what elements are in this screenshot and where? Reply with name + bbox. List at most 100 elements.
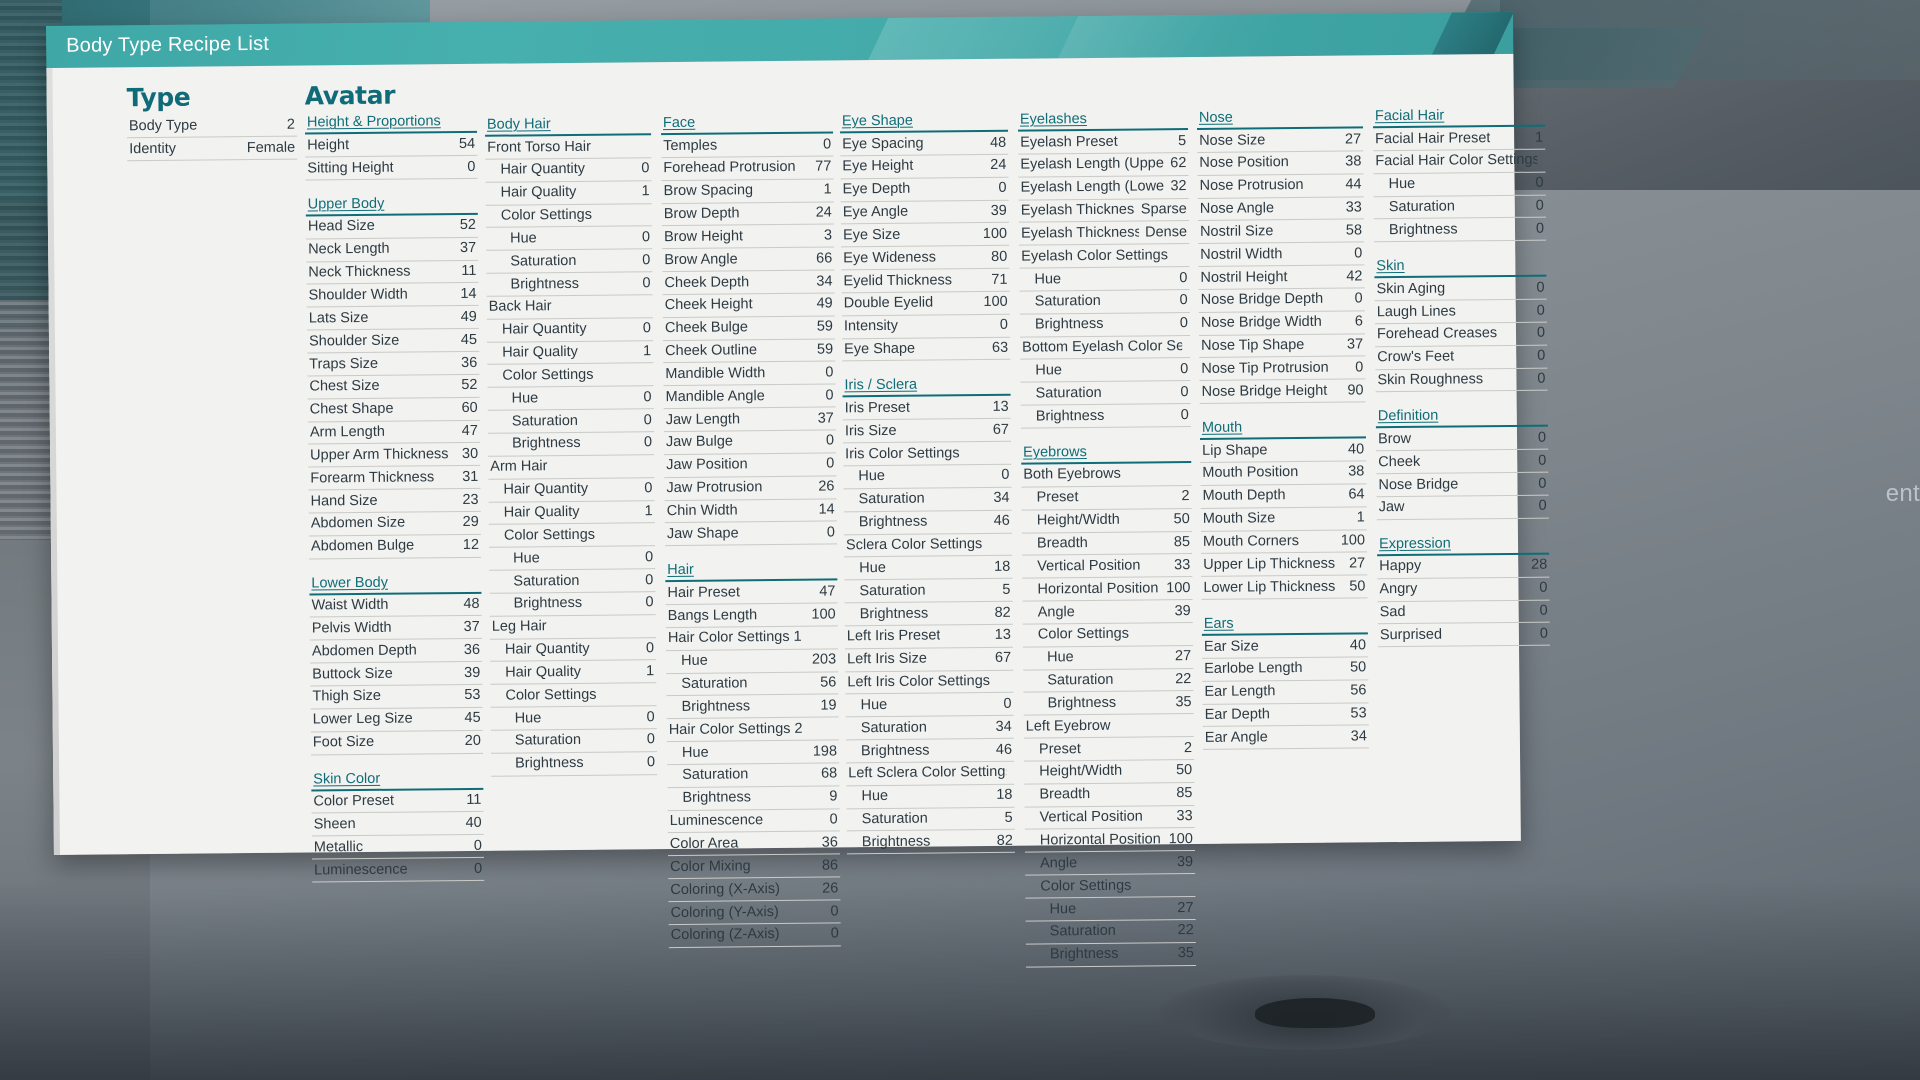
stat-row[interactable]: Jaw Length 37 bbox=[663, 407, 836, 433]
stat-row[interactable]: Saturation 68 bbox=[667, 763, 840, 788]
stat-row[interactable]: Mandible Angle 0 bbox=[663, 384, 836, 410]
stat-row[interactable]: Brightness 0 bbox=[1020, 404, 1191, 429]
stat-row[interactable]: Breadth 85 bbox=[1021, 531, 1193, 556]
stat-row[interactable]: Neck Thickness 11 bbox=[306, 260, 479, 285]
stat-row[interactable]: Iris Color Settings bbox=[843, 441, 1012, 467]
stat-row[interactable]: Brightness 19 bbox=[666, 694, 839, 720]
stat-row[interactable]: Hand Size 23 bbox=[308, 488, 481, 514]
stat-row[interactable]: Saturation 0 bbox=[490, 729, 657, 754]
stat-row[interactable]: Hair Quantity 0 bbox=[489, 637, 657, 663]
stat-row[interactable]: Hair Quantity 0 bbox=[488, 477, 655, 503]
stat-row[interactable]: Surprised 0 bbox=[1377, 622, 1551, 648]
stat-row[interactable]: Identity Female bbox=[127, 136, 298, 162]
stat-row[interactable]: Arm Length 47 bbox=[307, 420, 481, 445]
stat-row[interactable]: Upper Lip Thickness 27 bbox=[1201, 552, 1368, 578]
stat-row[interactable]: Mouth Position 38 bbox=[1200, 461, 1367, 486]
stat-row[interactable]: Left Iris Preset 13 bbox=[844, 624, 1014, 650]
stat-row[interactable]: Hue 203 bbox=[666, 649, 839, 674]
stat-row[interactable]: Hue 0 bbox=[1019, 267, 1190, 292]
stat-row[interactable]: Preset 2 bbox=[1021, 485, 1192, 511]
stat-row[interactable]: Angle 39 bbox=[1022, 600, 1193, 625]
stat-row[interactable]: Hue 18 bbox=[844, 556, 1013, 581]
stat-row[interactable]: Eye Angle 39 bbox=[840, 200, 1009, 225]
stat-row[interactable]: Hue 0 bbox=[843, 464, 1012, 490]
stat-row[interactable]: Abdomen Bulge 12 bbox=[308, 534, 482, 560]
stat-row[interactable]: Jaw Protrusion 26 bbox=[664, 476, 837, 501]
stat-row[interactable]: Pelvis Width 37 bbox=[309, 616, 482, 641]
stat-row[interactable]: Left Iris Size 67 bbox=[845, 647, 1014, 672]
stat-row[interactable]: Color Settings bbox=[485, 203, 652, 229]
stat-row[interactable]: Jaw Bulge 0 bbox=[663, 430, 837, 455]
stat-row[interactable]: Jaw Shape 0 bbox=[664, 521, 838, 547]
stat-row[interactable]: Color Settings bbox=[490, 683, 657, 708]
stat-row[interactable]: Hair Color Settings 2 bbox=[666, 717, 839, 743]
stat-row[interactable]: Brow Angle 66 bbox=[662, 247, 835, 273]
stat-row[interactable]: Color Area 36 bbox=[667, 831, 840, 857]
stat-row[interactable]: Left Eyebrow bbox=[1023, 714, 1194, 739]
stat-row[interactable]: Forehead Protrusion 77 bbox=[661, 156, 834, 181]
stat-row[interactable]: Cheek 0 bbox=[1376, 449, 1549, 475]
stat-row[interactable]: Eyelash Color Settings bbox=[1019, 244, 1190, 269]
stat-row[interactable]: Hue 27 bbox=[1023, 645, 1194, 671]
stat-row[interactable]: Hair Preset 47 bbox=[665, 580, 838, 606]
stat-row[interactable]: Nose Bridge Width 6 bbox=[1198, 311, 1366, 336]
stat-row[interactable]: Hair Color Settings 1 bbox=[665, 626, 839, 651]
stat-row[interactable]: Nostril Height 42 bbox=[1198, 265, 1365, 290]
stat-row[interactable]: Cheek Bulge 59 bbox=[662, 316, 836, 341]
stat-row[interactable]: Color Settings bbox=[487, 363, 654, 389]
stat-row[interactable]: Height/Width 50 bbox=[1021, 508, 1192, 534]
stat-row[interactable]: Sheen 40 bbox=[311, 812, 484, 837]
stat-row[interactable]: Angle 39 bbox=[1024, 851, 1196, 876]
stat-row[interactable]: Ear Angle 34 bbox=[1202, 725, 1369, 751]
stat-row[interactable]: Saturation 0 bbox=[489, 569, 656, 594]
stat-row[interactable]: Brightness 0 bbox=[489, 592, 656, 617]
stat-row[interactable]: Eye Shape 63 bbox=[842, 337, 1011, 362]
stat-row[interactable]: Nostril Size 58 bbox=[1197, 219, 1365, 245]
stat-row[interactable]: Eyelash Thickness (Lower) Dense bbox=[1018, 221, 1190, 246]
stat-row[interactable]: Mandible Width 0 bbox=[663, 361, 836, 387]
stat-row[interactable]: Coloring (Z-Axis) 0 bbox=[668, 923, 841, 948]
stat-row[interactable]: Luminescence 0 bbox=[667, 809, 840, 834]
stat-row[interactable]: Coloring (X-Axis) 26 bbox=[668, 877, 841, 903]
stat-row[interactable]: Happy 28 bbox=[1377, 554, 1550, 579]
stat-row[interactable]: Mouth Corners 100 bbox=[1200, 529, 1368, 555]
stat-row[interactable]: Color Settings bbox=[1025, 874, 1196, 899]
stat-row[interactable]: Facial Hair Color Settings bbox=[1373, 149, 1546, 174]
stat-row[interactable]: Jaw Position 0 bbox=[664, 453, 837, 478]
stat-row[interactable]: Breadth 85 bbox=[1024, 782, 1195, 808]
stat-row[interactable]: Eye Spacing 48 bbox=[840, 131, 1009, 157]
stat-row[interactable]: Hair Quality 1 bbox=[490, 660, 657, 686]
stat-row[interactable]: Foot Size 20 bbox=[310, 730, 484, 755]
stat-row[interactable]: Brightness 0 bbox=[491, 751, 658, 777]
stat-row[interactable]: Waist Width 48 bbox=[309, 593, 482, 618]
stat-row[interactable]: Eyelid Thickness 71 bbox=[841, 268, 1010, 294]
stat-row[interactable]: Metallic 0 bbox=[311, 835, 485, 860]
stat-row[interactable]: Brightness 35 bbox=[1023, 691, 1194, 716]
stat-row[interactable]: Color Preset 11 bbox=[311, 789, 484, 814]
stat-row[interactable]: Nose Position 38 bbox=[1197, 151, 1364, 176]
stat-row[interactable]: Saturation 5 bbox=[846, 807, 1015, 832]
stat-row[interactable]: Bottom Eyelash Color Settings bbox=[1020, 335, 1191, 361]
stat-row[interactable]: Brightness 0 bbox=[1373, 217, 1547, 243]
stat-row[interactable]: Neck Length 37 bbox=[306, 237, 479, 263]
stat-row[interactable]: Temples 0 bbox=[661, 133, 834, 158]
stat-row[interactable]: Saturation 34 bbox=[843, 487, 1012, 513]
stat-row[interactable]: Saturation 0 bbox=[1020, 381, 1191, 406]
stat-row[interactable]: Lower Leg Size 45 bbox=[310, 707, 483, 733]
stat-row[interactable]: Nose Tip Shape 37 bbox=[1199, 333, 1366, 359]
stat-row[interactable]: Hue 18 bbox=[846, 784, 1015, 809]
stat-row[interactable]: Chin Width 14 bbox=[664, 498, 837, 524]
stat-row[interactable]: Eye Size 100 bbox=[840, 223, 1010, 248]
stat-row[interactable]: Eye Wideness 80 bbox=[841, 245, 1010, 271]
stat-row[interactable]: Crow's Feet 0 bbox=[1375, 345, 1548, 370]
stat-row[interactable]: Brow Spacing 1 bbox=[661, 179, 834, 204]
stat-row[interactable]: Hue 0 bbox=[489, 546, 656, 571]
stat-row[interactable]: Cheek Height 49 bbox=[662, 293, 835, 318]
stat-row[interactable]: Horizontal Position 100 bbox=[1024, 828, 1195, 853]
stat-row[interactable]: Hue 0 bbox=[1020, 358, 1191, 383]
stat-row[interactable]: Brightness 35 bbox=[1025, 942, 1197, 968]
stat-row[interactable]: Hue 0 bbox=[487, 386, 654, 411]
stat-row[interactable]: Eye Depth 0 bbox=[840, 177, 1009, 202]
stat-row[interactable]: Color Settings bbox=[488, 523, 656, 548]
stat-row[interactable]: Bangs Length 100 bbox=[665, 603, 838, 628]
